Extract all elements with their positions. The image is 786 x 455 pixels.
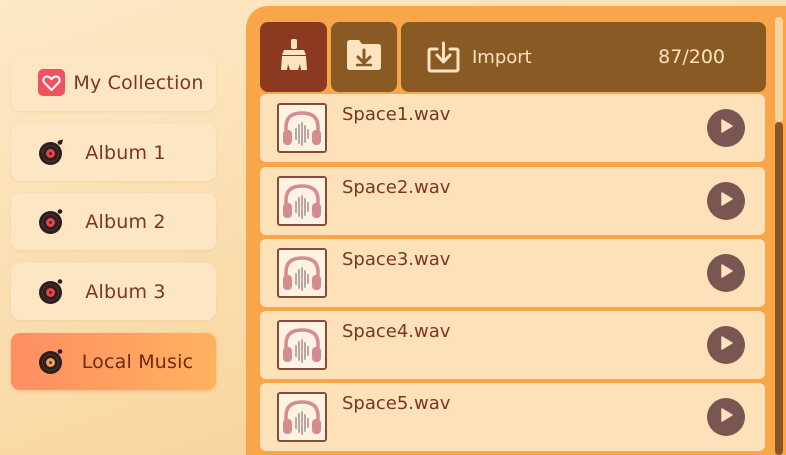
list-item[interactable]: Space5.wav (260, 383, 765, 451)
track-title: Space5.wav (342, 393, 451, 414)
play-icon (718, 407, 734, 427)
sidebar-item-local-music[interactable]: Local Music (11, 333, 216, 390)
play-button[interactable] (707, 326, 745, 364)
play-icon (718, 335, 734, 355)
list-item[interactable]: Space2.wav (260, 167, 765, 235)
sidebar-item-label: My Collection (73, 71, 204, 94)
list-item[interactable]: Space4.wav (260, 311, 765, 379)
list-item[interactable]: Space1.wav (260, 94, 765, 162)
sidebar-item-album-3[interactable]: Album 3 (11, 263, 216, 320)
headphones-icon (277, 248, 327, 298)
headphones-icon (277, 103, 327, 153)
headphones-icon (277, 320, 327, 370)
import-label: Import (472, 46, 532, 68)
play-icon (718, 118, 734, 138)
download-tray-icon (427, 41, 460, 77)
headphones-icon (277, 392, 327, 442)
sidebar-item-label: Local Music (81, 350, 194, 373)
play-button[interactable] (707, 109, 745, 147)
sidebar-item-my-collection[interactable]: My Collection (11, 54, 216, 111)
scrollbar-thumb[interactable] (775, 122, 783, 455)
play-button[interactable] (707, 398, 745, 436)
sidebar-item-album-2[interactable]: Album 2 (11, 193, 216, 250)
sidebar-item-label: Album 1 (85, 141, 166, 164)
sidebar-item-album-1[interactable]: Album 1 (11, 124, 216, 181)
folder-download-icon (346, 39, 382, 75)
play-icon (718, 263, 734, 283)
track-title: Space1.wav (342, 104, 451, 125)
track-count: 87/200 (658, 46, 725, 68)
sidebar-item-label: Album 3 (85, 280, 166, 303)
track-title: Space2.wav (342, 177, 451, 198)
play-icon (718, 191, 734, 211)
clean-button[interactable] (260, 22, 327, 92)
list-item[interactable]: Space3.wav (260, 239, 765, 307)
download-button[interactable] (331, 22, 397, 92)
track-title: Space3.wav (342, 249, 451, 270)
track-list-panel: Import 87/200 Space1.wav Space2.wav Spac… (246, 6, 786, 455)
play-button[interactable] (707, 182, 745, 220)
scrollbar-track-upper[interactable] (775, 17, 783, 122)
headphones-icon (277, 176, 327, 226)
sidebar-item-label: Album 2 (85, 210, 166, 233)
track-title: Space4.wav (342, 321, 451, 342)
import-button[interactable]: Import 87/200 (401, 22, 766, 92)
broom-icon (279, 38, 309, 76)
play-button[interactable] (707, 254, 745, 292)
